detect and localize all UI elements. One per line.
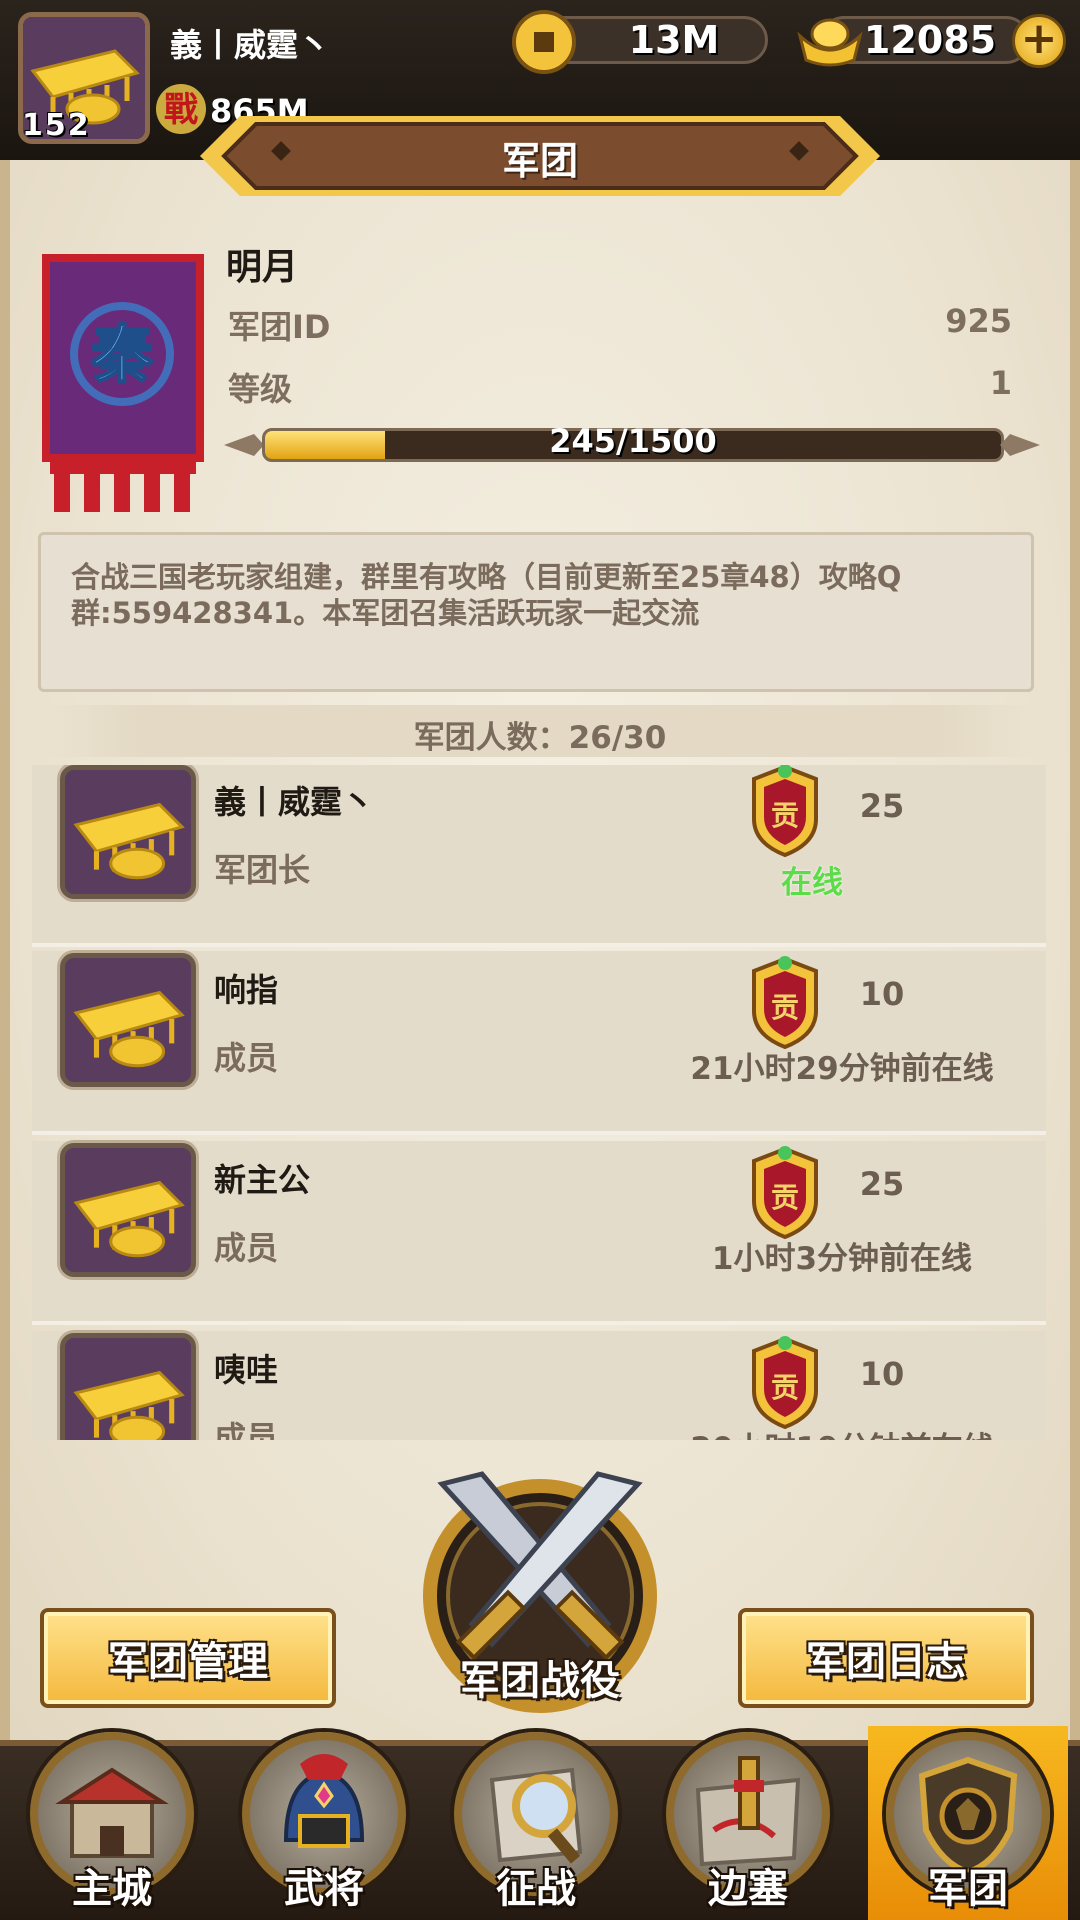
- copper-coin-icon: [512, 10, 576, 74]
- nav-label: 武将: [284, 1866, 364, 1912]
- xp-bar-right-cap: [1000, 434, 1040, 456]
- nav-campaign[interactable]: 征战: [436, 1726, 636, 1920]
- member-role: 成员: [214, 1419, 279, 1440]
- guild-name: 明月: [226, 247, 299, 288]
- guild-manage-label: 军团管理: [108, 1639, 268, 1685]
- member-row[interactable]: 義丨威霆丶 军团长 贡 25 在线: [32, 765, 1046, 947]
- member-name: 咦哇: [214, 1351, 279, 1389]
- member-status: 1小时3分钟前在线: [711, 1241, 973, 1277]
- xp-bar-left-cap: [224, 434, 264, 456]
- gold-value: 12085: [863, 18, 997, 62]
- contribution-badge-icon: 贡: [752, 956, 818, 1050]
- member-count: 军团人数：26/30: [413, 720, 667, 756]
- guild-id-value: 925: [945, 302, 1012, 340]
- member-status: 21小时29分钟前在线: [690, 1051, 994, 1087]
- svg-text:贡: 贡: [771, 991, 799, 1024]
- coin-value: 13M: [628, 18, 720, 62]
- contribution-badge-icon: 贡: [752, 765, 818, 858]
- table-avatar-icon: [73, 1180, 185, 1258]
- member-role: 军团长: [214, 851, 311, 889]
- nav-generals[interactable]: 武将: [224, 1726, 424, 1920]
- contribution-value: 25: [859, 787, 905, 825]
- guild-battle-label: 军团战役: [460, 1658, 620, 1704]
- svg-text:贡: 贡: [771, 799, 799, 832]
- member-name: 新主公: [214, 1161, 311, 1199]
- player-name: 義丨威霆丶: [170, 26, 331, 64]
- contribution-badge-icon: 贡: [752, 1146, 818, 1240]
- add-gold-button[interactable]: +: [1012, 14, 1066, 68]
- guild-log-label: 军团日志: [806, 1639, 966, 1685]
- gold-ingot-icon: [797, 18, 863, 67]
- member-row[interactable]: 新主公 成员 贡 25 1小时3分钟前在线: [32, 1141, 1046, 1325]
- guild-xp-text: 245/1500: [549, 422, 717, 460]
- nav-label: 军团: [928, 1866, 1008, 1912]
- nav-main-city[interactable]: 主城: [12, 1726, 212, 1920]
- member-role: 成员: [214, 1229, 279, 1267]
- svg-text:戰: 戰: [164, 90, 198, 130]
- svg-text:秦: 秦: [90, 318, 154, 391]
- guild-log-button[interactable]: 军团日志: [738, 1608, 1034, 1708]
- svg-text:贡: 贡: [771, 1371, 799, 1404]
- page-title: 军团: [501, 139, 578, 183]
- member-avatar: [60, 1333, 196, 1440]
- nav-label: 边塞: [708, 1866, 788, 1912]
- member-role: 成员: [214, 1039, 279, 1077]
- member-avatar: [60, 765, 196, 899]
- nav-frontier[interactable]: 边塞: [648, 1726, 848, 1920]
- guild-banner-icon: 秦: [42, 254, 204, 512]
- member-name: 義丨威霆丶: [214, 783, 375, 821]
- svg-text:贡: 贡: [771, 1181, 799, 1214]
- member-row[interactable]: 响指 成员 贡 10 21小时29分钟前在线: [32, 951, 1046, 1135]
- member-status: 在线: [781, 865, 843, 901]
- member-avatar: [60, 953, 196, 1087]
- contribution-badge-icon: 贡: [752, 1336, 818, 1430]
- nav-legion[interactable]: 军团: [868, 1726, 1068, 1920]
- contribution-value: 10: [859, 1355, 905, 1393]
- member-list[interactable]: 義丨威霆丶 军团长 贡 25 在线 响指 成员 贡 10 21小时29分钟前在线…: [32, 765, 1046, 1440]
- member-name: 响指: [214, 971, 279, 1009]
- member-avatar: [60, 1143, 196, 1277]
- guild-level-value: 1: [989, 364, 1012, 402]
- guild-notice: 合战三国老玩家组建，群里有攻略（目前更新至25章48）攻略Q群:55942834…: [38, 532, 1034, 692]
- nav-label: 征战: [496, 1866, 576, 1912]
- member-row[interactable]: 咦哇 成员 贡 10 20小时19分钟前在线: [32, 1331, 1046, 1440]
- member-status: 20小时19分钟前在线: [642, 1423, 1042, 1440]
- guild-manage-button[interactable]: 军团管理: [40, 1608, 336, 1708]
- guild-id-label: 军团ID: [228, 308, 331, 346]
- contribution-value: 25: [859, 1165, 905, 1203]
- table-avatar-icon: [73, 990, 185, 1068]
- contribution-value: 10: [859, 975, 905, 1013]
- table-avatar-icon: [73, 1370, 185, 1440]
- guild-level-label: 等级: [228, 370, 293, 408]
- nav-label: 主城: [72, 1866, 152, 1912]
- table-avatar-icon: [73, 802, 185, 880]
